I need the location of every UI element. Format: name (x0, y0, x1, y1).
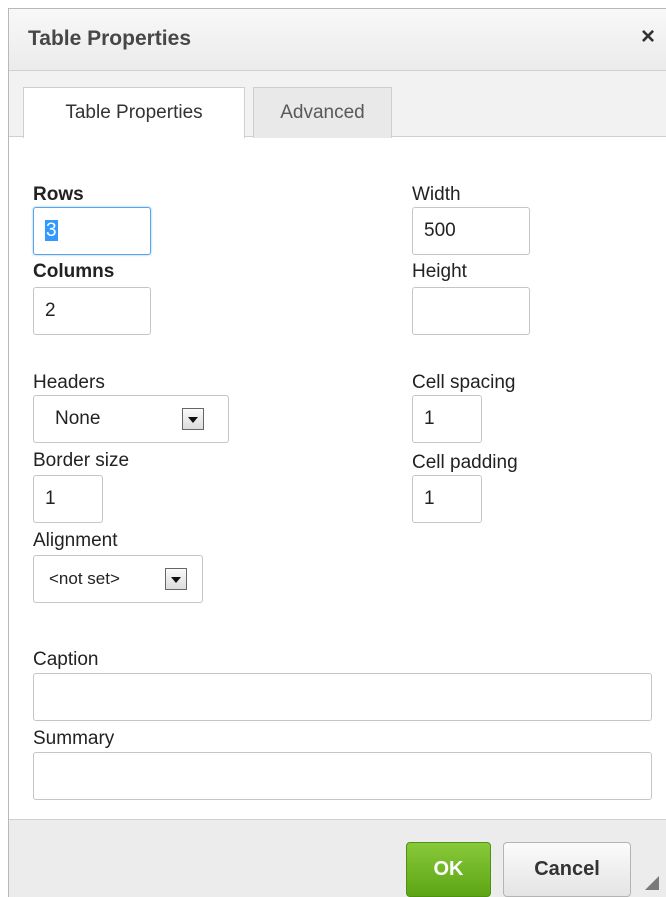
caption-label: Caption (33, 649, 99, 670)
columns-label: Columns (33, 261, 115, 282)
border-size-input[interactable]: 1 (33, 475, 103, 523)
close-icon[interactable]: × (641, 23, 655, 51)
height-input[interactable] (412, 287, 530, 335)
width-label: Width (412, 184, 461, 205)
headers-select[interactable]: None (33, 395, 229, 443)
summary-label: Summary (33, 728, 115, 749)
cell-spacing-label: Cell spacing (412, 372, 516, 393)
alignment-label: Alignment (33, 530, 118, 551)
summary-input[interactable] (33, 752, 652, 800)
dialog-footer: OK Cancel (9, 819, 666, 897)
alignment-select[interactable]: <not set> (33, 555, 203, 603)
tab-strip: Table Properties Advanced (9, 71, 666, 138)
rows-input[interactable]: 3 (33, 207, 151, 255)
dialog-title: Table Properties (28, 27, 191, 50)
cancel-button[interactable]: Cancel (503, 842, 631, 897)
tab-table-properties[interactable]: Table Properties (23, 87, 245, 138)
border-size-label: Border size (33, 450, 130, 471)
cell-padding-label: Cell padding (412, 452, 518, 473)
caption-input[interactable] (33, 673, 652, 721)
cell-padding-input[interactable]: 1 (412, 475, 482, 523)
headers-label: Headers (33, 372, 105, 393)
chevron-down-icon[interactable] (165, 568, 187, 590)
columns-input[interactable]: 2 (33, 287, 151, 335)
table-properties-dialog: Table Properties × Table Properties Adva… (8, 8, 666, 897)
tab-advanced[interactable]: Advanced (253, 87, 392, 138)
width-input[interactable]: 500 (412, 207, 530, 255)
resize-grip-icon[interactable] (645, 876, 659, 890)
rows-value: 3 (45, 220, 58, 241)
height-label: Height (412, 261, 467, 282)
ok-button[interactable]: OK (406, 842, 491, 897)
alignment-value: <not set> (49, 569, 120, 588)
rows-label: Rows (33, 184, 84, 205)
headers-value: None (55, 408, 101, 429)
chevron-down-icon[interactable] (182, 408, 204, 430)
dialog-titlebar[interactable]: Table Properties × (9, 9, 666, 71)
cell-spacing-input[interactable]: 1 (412, 395, 482, 443)
